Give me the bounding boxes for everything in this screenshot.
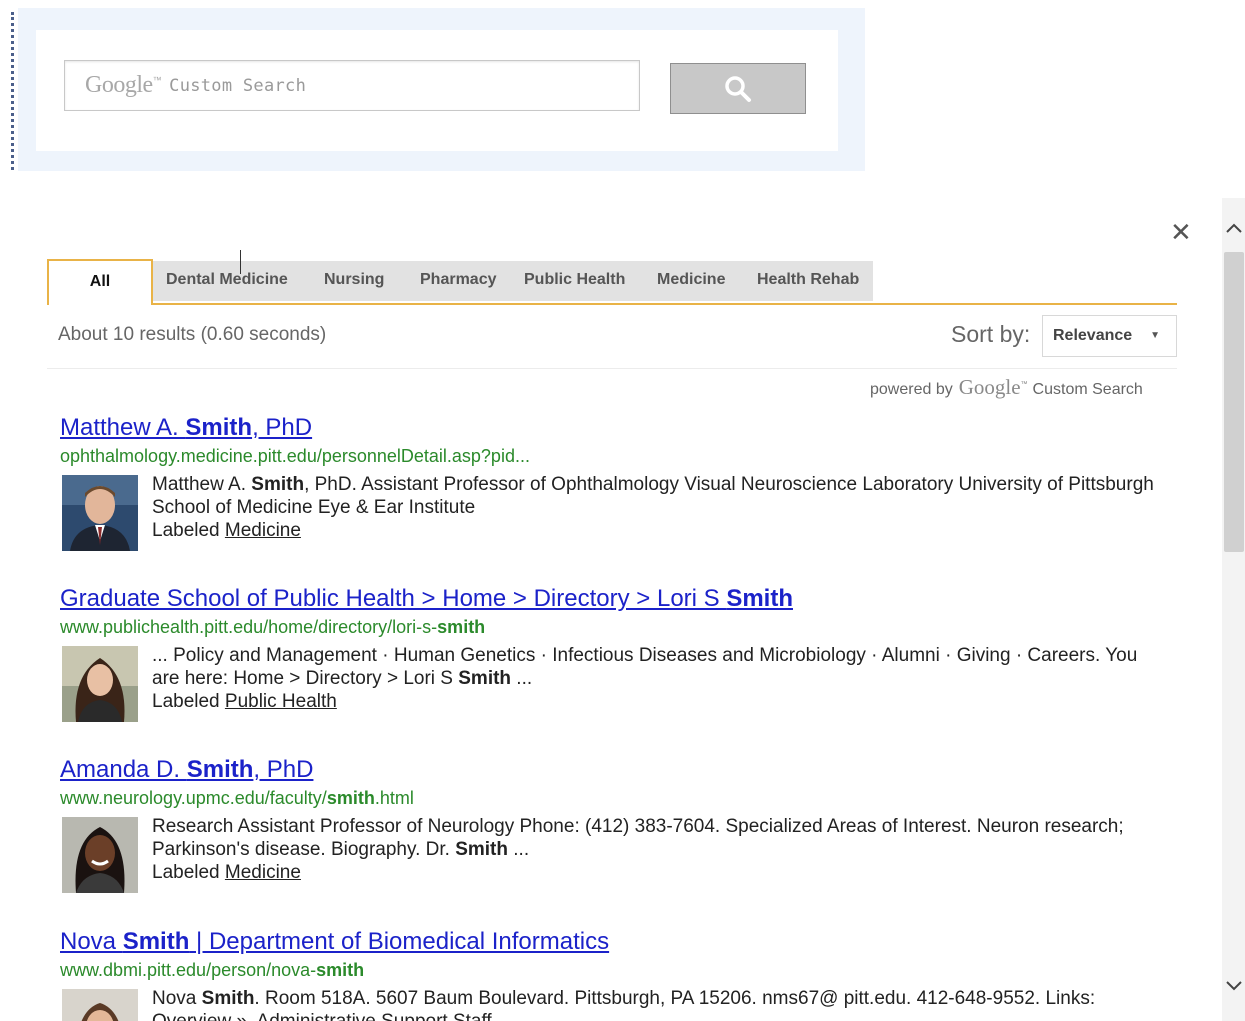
search-button[interactable] — [670, 63, 806, 114]
scroll-up-icon[interactable] — [1226, 220, 1242, 236]
tab-dental-medicine[interactable]: Dental Medicine — [166, 259, 288, 303]
search-result: Matthew A. Smith, PhD ophthalmology.medi… — [60, 414, 1170, 551]
result-title-link[interactable]: Nova Smith | Department of Biomedical In… — [60, 928, 1170, 956]
results-panel: ✕ All Dental Medicine Nursing Pharmacy P… — [0, 195, 1222, 1021]
result-snippet: Nova Smith. Room 518A. 5607 Baum Bouleva… — [152, 988, 1096, 1021]
close-icon[interactable]: ✕ — [1170, 219, 1192, 245]
label-link-medicine[interactable]: Medicine — [225, 862, 301, 883]
tab-medicine[interactable]: Medicine — [657, 259, 725, 303]
search-result: Amanda D. Smith, PhD www.neurology.upmc.… — [60, 756, 1170, 893]
sort-dropdown[interactable]: Relevance ▼ — [1042, 315, 1177, 357]
tab-public-health[interactable]: Public Health — [524, 259, 625, 303]
result-snippet: ... Policy and Management · Human Geneti… — [152, 645, 1138, 712]
result-url: www.neurology.upmc.edu/faculty/smith.htm… — [60, 788, 414, 808]
dropdown-arrow-icon: ▼ — [1150, 330, 1160, 341]
result-snippet: Research Assistant Professor of Neurolog… — [152, 816, 1124, 883]
dotted-divider — [11, 12, 14, 170]
divider — [47, 368, 1177, 369]
search-result: Nova Smith | Department of Biomedical In… — [60, 928, 1170, 1021]
scroll-thumb[interactable] — [1224, 252, 1244, 552]
result-thumbnail[interactable] — [62, 817, 138, 893]
google-logo: Google™ — [958, 375, 1028, 399]
scroll-down-icon[interactable] — [1226, 978, 1242, 994]
search-result: Graduate School of Public Health > Home … — [60, 585, 1170, 722]
google-watermark: Google™ — [85, 72, 162, 98]
result-url: www.publichealth.pitt.edu/home/directory… — [60, 617, 486, 637]
tab-all[interactable]: All — [47, 259, 153, 305]
tab-pharmacy[interactable]: Pharmacy — [420, 259, 497, 303]
result-title-link[interactable]: Matthew A. Smith, PhD — [60, 414, 1170, 442]
label-link-medicine[interactable]: Medicine — [225, 520, 301, 541]
label-link-public-health[interactable]: Public Health — [225, 691, 337, 712]
search-placeholder: Custom Search — [169, 75, 307, 96]
result-snippet: Matthew A. Smith, PhD. Assistant Profess… — [152, 474, 1154, 541]
tab-health-rehab[interactable]: Health Rehab — [757, 259, 859, 303]
search-input[interactable]: Google™ Custom Search — [64, 60, 640, 111]
result-title-link[interactable]: Amanda D. Smith, PhD — [60, 756, 1170, 784]
tab-nursing[interactable]: Nursing — [324, 259, 384, 303]
scrollbar[interactable] — [1222, 198, 1245, 1021]
result-url: www.dbmi.pitt.edu/person/nova-smith — [60, 960, 365, 980]
text-cursor — [240, 250, 241, 274]
result-count: About 10 results (0.60 seconds) — [58, 324, 327, 345]
result-thumbnail[interactable] — [62, 646, 138, 722]
result-url: ophthalmology.medicine.pitt.edu/personne… — [60, 446, 530, 466]
search-panel: Google™ Custom Search — [18, 8, 865, 171]
refinement-tabs: All Dental Medicine Nursing Pharmacy Pub… — [47, 259, 1177, 305]
search-box-container: Google™ Custom Search — [36, 30, 838, 151]
result-thumbnail[interactable] — [62, 475, 138, 551]
sort-label: Sort by: — [951, 321, 1031, 347]
powered-by-google: powered by Google™ Custom Search — [870, 375, 1143, 399]
sort-value: Relevance — [1053, 327, 1133, 344]
result-thumbnail[interactable] — [62, 989, 138, 1021]
result-title-link[interactable]: Graduate School of Public Health > Home … — [60, 585, 1170, 613]
search-icon — [725, 75, 751, 102]
